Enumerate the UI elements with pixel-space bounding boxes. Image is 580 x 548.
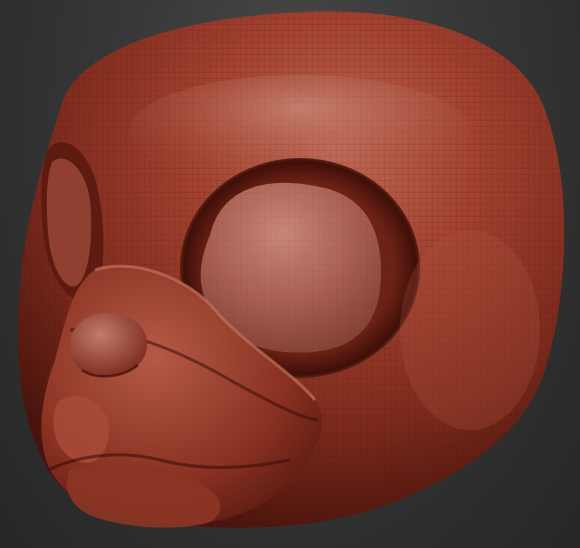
cheek-highlight xyxy=(400,230,540,430)
sculpt-model[interactable] xyxy=(0,0,580,548)
canvas-viewport[interactable] xyxy=(0,0,580,548)
